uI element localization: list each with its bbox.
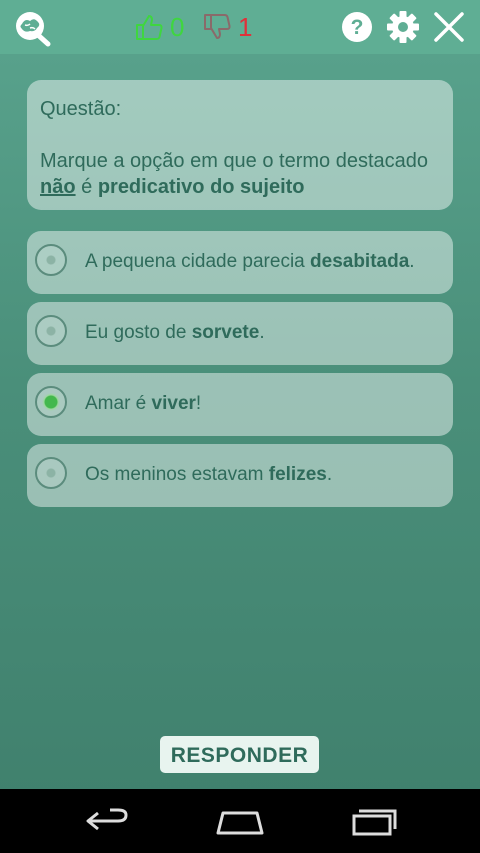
option-prefix: Eu gosto de bbox=[85, 322, 192, 343]
option-suffix: . bbox=[326, 464, 333, 485]
gear-icon[interactable] bbox=[385, 9, 421, 45]
dislikes-counter: 1 bbox=[202, 10, 252, 44]
option-highlight: felizes bbox=[268, 464, 327, 485]
back-icon[interactable] bbox=[80, 803, 134, 839]
dislikes-count: 1 bbox=[238, 12, 253, 42]
option-text: Os meninos estavam felizes. bbox=[85, 464, 332, 486]
likes-count: 0 bbox=[170, 12, 185, 42]
thumbs-down-icon bbox=[204, 14, 231, 39]
close-icon[interactable] bbox=[431, 9, 467, 45]
question-emphasis: não bbox=[40, 176, 76, 198]
option-highlight: viver bbox=[151, 393, 196, 414]
help-icon[interactable]: ? bbox=[339, 9, 375, 45]
answer-option-2[interactable]: Eu gosto de sorvete. bbox=[27, 302, 453, 365]
thumbs-up-icon bbox=[136, 15, 163, 40]
option-suffix: . bbox=[259, 322, 265, 343]
option-text: Amar é viver! bbox=[85, 393, 201, 415]
radio-button[interactable] bbox=[35, 244, 67, 276]
option-prefix: Os meninos estavam bbox=[85, 464, 269, 485]
option-highlight: desabitada bbox=[310, 251, 410, 272]
question-text: Marque a opção em que o termo destacado … bbox=[40, 148, 440, 200]
svg-text:?: ? bbox=[351, 16, 364, 39]
option-suffix: ! bbox=[195, 393, 202, 414]
radio-button-selected[interactable] bbox=[35, 386, 67, 418]
recent-apps-icon[interactable] bbox=[348, 803, 402, 839]
option-suffix: . bbox=[409, 251, 415, 272]
option-prefix: Amar é bbox=[85, 393, 152, 414]
brain-search-logo[interactable] bbox=[12, 9, 52, 47]
likes-counter: 0 bbox=[134, 10, 184, 44]
home-icon[interactable] bbox=[213, 803, 267, 839]
option-prefix: A pequena cidade parecia bbox=[85, 251, 311, 272]
question-text-part1: Marque a opção em que o termo destacado bbox=[40, 150, 429, 172]
answer-option-4[interactable]: Os meninos estavam felizes. bbox=[27, 444, 453, 507]
option-text: Eu gosto de sorvete. bbox=[85, 322, 265, 344]
question-text-part2: é bbox=[75, 176, 98, 198]
radio-button[interactable] bbox=[35, 457, 67, 489]
answer-option-1[interactable]: A pequena cidade parecia desabitada. bbox=[27, 231, 453, 294]
system-nav-bar bbox=[0, 789, 480, 853]
radio-button[interactable] bbox=[35, 315, 67, 347]
question-label: Questão: bbox=[40, 98, 122, 120]
question-card: Questão: Marque a opção em que o termo d… bbox=[27, 80, 453, 210]
option-text: A pequena cidade parecia desabitada. bbox=[85, 251, 415, 273]
answer-option-3[interactable]: Amar é viver! bbox=[27, 373, 453, 436]
top-bar: 0 1 ? bbox=[0, 0, 480, 54]
option-highlight: sorvete bbox=[191, 322, 260, 343]
respond-button[interactable]: RESPONDER bbox=[160, 736, 319, 773]
question-bold-term: predicativo do sujeito bbox=[97, 176, 305, 198]
